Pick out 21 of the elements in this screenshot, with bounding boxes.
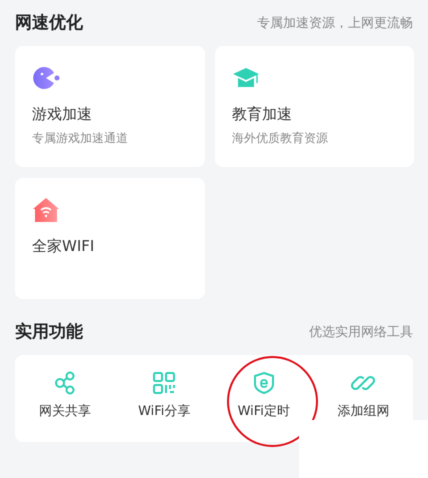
feature-card[interactable]: 全家WIFI [15,178,205,299]
card-title: 全家WIFI [32,236,96,256]
tool-button[interactable]: WiFi分享 [138,371,190,420]
feature-card[interactable]: 教育加速 海外优质教育资源 [215,46,414,167]
tool-button[interactable]: 网关共享 [38,371,91,420]
share-nodes-icon [52,371,77,395]
card-title: 游戏加速 [32,104,93,124]
section-title: 网速优化 [15,12,83,36]
shield-icon [252,371,276,395]
section-title: 实用功能 [15,321,83,344]
tool-button[interactable]: WiFi定时 [238,371,290,420]
house-wifi-icon [32,196,60,224]
feature-card[interactable]: 游戏加速 专属游戏加速通道 [15,46,205,167]
section-subtitle: 专属加速资源，上网更流畅 [257,15,413,34]
card-description: 海外优质教育资源 [232,130,329,147]
game-controller-icon [32,64,60,92]
tool-button[interactable]: 添加组网 [337,371,390,420]
card-title: 教育加速 [232,104,293,124]
section-subtitle: 优选实用网络工具 [309,324,413,342]
card-description: 专属游戏加速通道 [32,130,129,147]
qr-code-icon [152,371,176,395]
